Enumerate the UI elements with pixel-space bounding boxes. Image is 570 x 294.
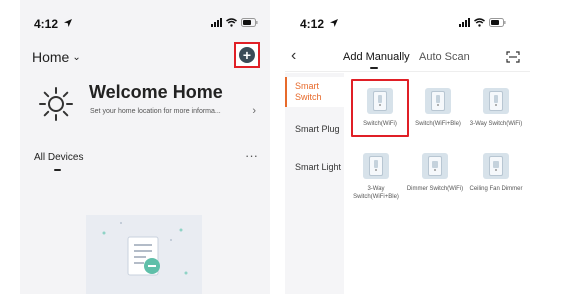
category-smart-switch[interactable]: Smart Switch (285, 77, 344, 107)
product-3way-switch-wifi-ble[interactable]: 3-Way Switch(WiFi+Ble) (347, 150, 405, 201)
product-label: Switch(WiFi) (363, 121, 397, 127)
product-label: Ceiling Fan Dimmer (469, 186, 523, 192)
empty-devices-illustration (86, 215, 202, 294)
switch-icon (425, 88, 451, 114)
add-device-button[interactable]: + (239, 47, 255, 63)
status-bar: 4:12 (20, 0, 270, 40)
product-3way-switch-wifi[interactable]: 3-Way Switch(WiFi) (467, 81, 525, 128)
tab-underline (54, 169, 61, 171)
battery-icon (241, 18, 258, 27)
home-header: Home ⌄ + (32, 42, 260, 70)
status-time: 4:12 (34, 17, 59, 31)
product-dimmer-switch-wifi[interactable]: Dimmer Switch(WiFi) (406, 150, 464, 193)
more-icon[interactable]: ··· (245, 148, 258, 163)
product-label: Switch(WiFi+Ble) (415, 121, 461, 127)
sun-icon (39, 87, 73, 121)
switch-icon (363, 153, 389, 179)
category-smart-plug[interactable]: Smart Plug (285, 120, 344, 140)
switch-icon (483, 88, 509, 114)
signal-icon (211, 18, 222, 27)
status-time: 4:12 (300, 17, 325, 31)
product-label: 3-Way Switch(WiFi) (469, 121, 523, 127)
nav-bar: ‹ Add Manually Auto Scan (285, 44, 530, 72)
scan-icon[interactable] (506, 50, 520, 68)
category-list: Smart Switch Smart Plug Smart Light (285, 73, 344, 294)
product-switch-wifi[interactable]: Switch(WiFi) (351, 79, 409, 137)
add-device-screen: 4:12 ‹ Add Manually Auto Scan Smart Swit… (285, 0, 530, 294)
product-label: Dimmer Switch(WiFi) (406, 186, 464, 192)
product-switch-wifi-ble[interactable]: Switch(WiFi+Ble) (409, 81, 467, 128)
battery-icon (489, 18, 506, 27)
home-selector[interactable]: Home ⌄ (32, 49, 81, 65)
chevron-right-icon: › (252, 105, 256, 117)
home-title: Home (32, 49, 70, 65)
welcome-subtitle: Set your home location for more informa.… (90, 108, 221, 115)
dimmer-icon (422, 153, 448, 179)
fan-dimmer-icon (483, 153, 509, 179)
product-ceiling-fan-dimmer[interactable]: Ceiling Fan Dimmer (467, 150, 525, 193)
chevron-down-icon: ⌄ (72, 52, 81, 63)
welcome-banner[interactable]: Welcome Home Set your home location for … (36, 82, 264, 132)
location-arrow-icon (64, 19, 72, 27)
tab-underline (370, 67, 378, 69)
welcome-title: Welcome Home (89, 82, 223, 102)
tab-add-manually[interactable]: Add Manually (343, 51, 410, 63)
wifi-icon (474, 18, 485, 27)
status-bar: 4:12 (285, 0, 530, 40)
home-screen: 4:12 Home ⌄ + Welcome Home Set your home… (20, 0, 270, 294)
back-icon[interactable]: ‹ (291, 47, 296, 65)
category-smart-light[interactable]: Smart Light (285, 158, 344, 178)
all-devices-tab[interactable]: All Devices (34, 152, 83, 163)
signal-icon (459, 18, 470, 27)
location-arrow-icon (330, 19, 338, 27)
tab-auto-scan[interactable]: Auto Scan (419, 51, 470, 63)
switch-icon (367, 88, 393, 114)
document-icon (102, 222, 188, 276)
product-label: 3-Way Switch(WiFi+Ble) (353, 186, 399, 200)
wifi-icon (226, 18, 237, 27)
devices-header: All Devices ··· (32, 148, 260, 178)
add-device-highlight: + (234, 42, 260, 68)
